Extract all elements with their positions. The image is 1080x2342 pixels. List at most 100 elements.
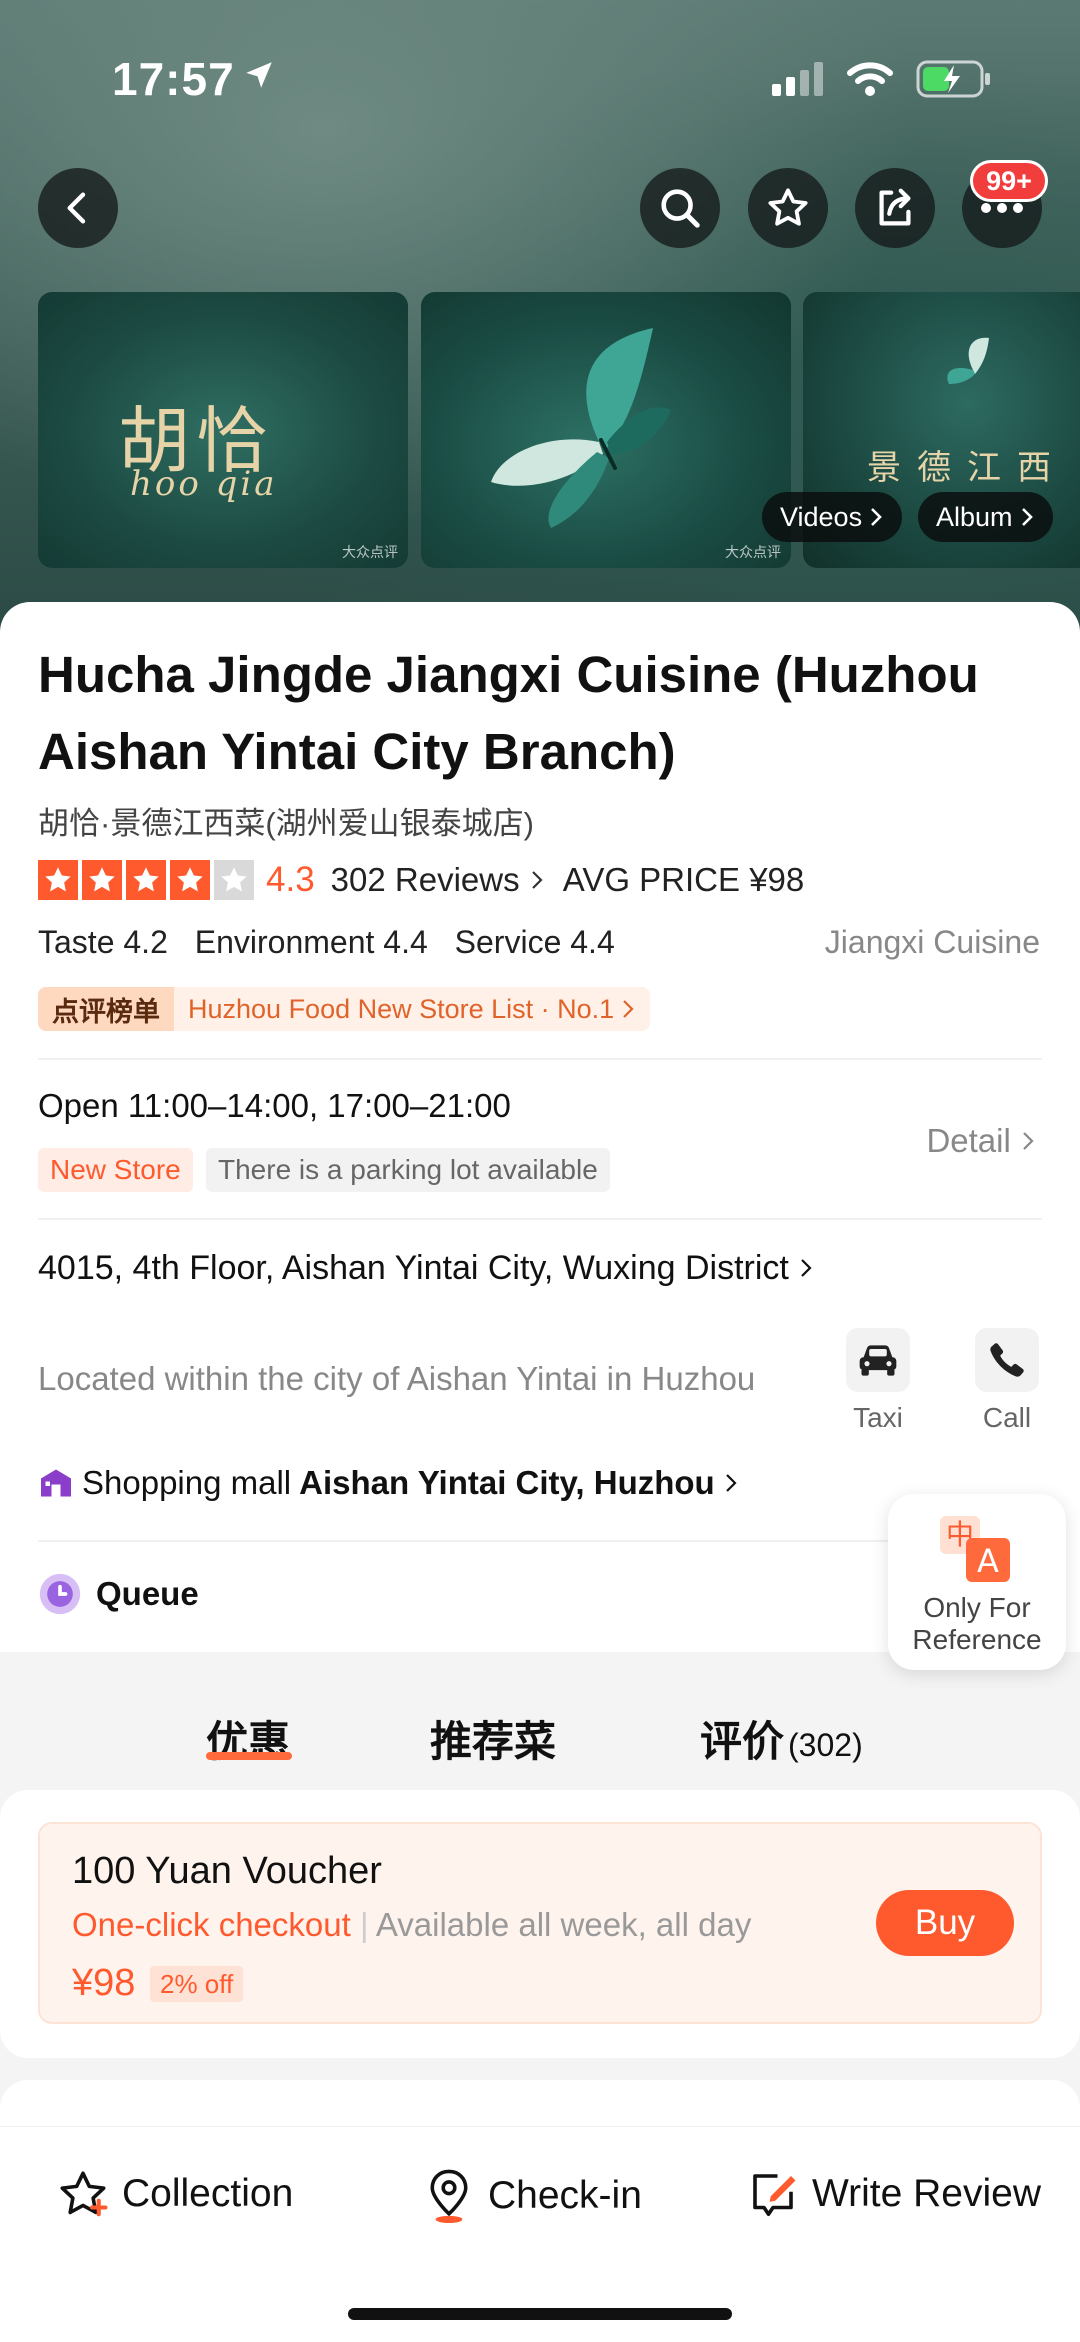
service-score: Service 4.4 [454, 924, 615, 960]
building-icon [41, 1469, 71, 1497]
gallery-photo-logo[interactable]: 胡恰 hoo qia 大众点评 [38, 292, 408, 568]
search-button[interactable] [640, 168, 720, 248]
write-review-label: Write Review [812, 2172, 1041, 2215]
logo-subtext: hoo qia [130, 464, 278, 504]
taste-score: Taste 4.2 [38, 924, 168, 960]
reviews-link[interactable]: 302 Reviews [331, 861, 545, 899]
phone-icon [990, 1343, 1024, 1377]
divider [38, 1058, 1042, 1060]
call-button[interactable] [975, 1328, 1039, 1392]
tab-reviews-label: 评价 [700, 1718, 785, 1765]
voucher-availability: Available all week, all day [375, 1906, 752, 1943]
environment-score: Environment 4.4 [194, 924, 428, 960]
collection-label: Collection [122, 2172, 294, 2215]
reviews-count: 302 Reviews [330, 861, 520, 898]
chevron-right-icon [801, 1259, 812, 1277]
ranking-label: Huzhou Food New Store List · No.1 [188, 993, 615, 1024]
buy-button[interactable]: Buy [876, 1890, 1014, 1956]
location-pin-icon [430, 2169, 468, 2223]
ranking-text: Huzhou Food New Store List · No.1 [174, 987, 651, 1031]
chevron-right-icon [1021, 508, 1033, 526]
cuisine-type: Jiangxi Cuisine [824, 924, 1040, 960]
search-icon [661, 189, 700, 228]
mall-name: Aishan Yintai City, Huzhou [299, 1464, 715, 1501]
ranking-banner[interactable]: 点评榜单 Huzhou Food New Store List · No.1 [38, 987, 651, 1031]
voucher-subtitle: One-click checkout | Available all week,… [72, 1906, 752, 1943]
star-plus-icon [60, 2171, 108, 2217]
chevron-right-icon [623, 1000, 634, 1018]
checkin-button[interactable]: Check-in [422, 2167, 642, 2225]
translate-button[interactable]: 中 A Only For Reference [888, 1494, 1066, 1670]
deals-section: 100 Yuan Voucher One-click checkout | Av… [0, 1790, 1080, 2058]
voucher-price: ¥98 [72, 1962, 136, 2004]
chevron-right-icon [1023, 1132, 1034, 1150]
translate-label: Only For Reference [912, 1592, 1042, 1655]
voucher-discount: 2% off [150, 1966, 244, 2002]
back-arrow-icon [67, 192, 86, 224]
checkin-label: Check-in [488, 2174, 642, 2217]
star-empty-icon [214, 860, 254, 900]
rating-row: 4.3 302 Reviews AVG PRICE ¥98 [38, 857, 804, 903]
restaurant-name: Hucha Jingde Jiangxi Cuisine (Huzhou Ais… [38, 646, 979, 780]
more-dots-icon [981, 203, 1023, 213]
butterfly-image [491, 328, 671, 528]
voucher-checkout: One-click checkout [72, 1906, 351, 1943]
parking-chip: There is a parking lot available [206, 1148, 610, 1192]
taxi-button[interactable] [846, 1328, 910, 1392]
location-description: Located within the city of Aishan Yintai… [38, 1360, 756, 1397]
voucher-card[interactable]: 100 Yuan Voucher One-click checkout | Av… [38, 1822, 1042, 2024]
section-tabs: 优惠 推荐菜 评价 (302) [0, 1700, 1080, 1780]
tab-reviews-count: (302) [788, 1727, 863, 1763]
gallery-photo-butterfly[interactable]: 大众点评 [421, 292, 791, 568]
star-icon [38, 860, 78, 900]
active-tab-indicator [206, 1752, 292, 1760]
watermark: 大众点评 [725, 544, 781, 560]
address-link[interactable]: 4015, 4th Floor, Aishan Yintai City, Wux… [38, 1242, 818, 1294]
star-icon [170, 860, 210, 900]
watermark: 大众点评 [342, 544, 398, 560]
sub-scores: Taste 4.2 Environment 4.4 Service 4.4 [38, 924, 633, 961]
mall-prefix: Shopping mall [82, 1464, 292, 1501]
tab-dishes-label: 推荐菜 [430, 1718, 557, 1765]
videos-label: Videos [780, 501, 863, 532]
chevron-right-icon [531, 871, 543, 889]
album-label: Album [936, 501, 1013, 532]
divider [38, 1218, 1042, 1220]
back-button[interactable] [38, 168, 118, 248]
star-outline-icon [768, 188, 808, 226]
sign-text: 景德江西 [867, 448, 1067, 488]
status-time: 17:57 [112, 53, 235, 105]
star-rating [38, 860, 254, 900]
album-button[interactable]: Album [918, 492, 1053, 542]
notification-badge: 99+ [970, 160, 1048, 202]
videos-button[interactable]: Videos [762, 492, 903, 542]
wifi-icon [847, 62, 893, 96]
share-icon [879, 188, 911, 226]
favorite-button[interactable] [748, 168, 828, 248]
edit-review-icon [753, 2174, 796, 2217]
address-text: 4015, 4th Floor, Aishan Yintai City, Wux… [38, 1249, 789, 1287]
tab-reviews[interactable]: 评价 (302) [700, 1708, 863, 1769]
shopping-mall-link[interactable]: Shopping mall Aishan Yintai City, Huzhou [38, 1464, 739, 1502]
clock-icon [39, 1573, 81, 1615]
taxi-label: Taxi [853, 1402, 903, 1433]
collection-button[interactable]: Collection [56, 2167, 293, 2221]
call-label: Call [982, 1402, 1032, 1433]
detail-label: Detail [926, 1122, 1011, 1159]
rating-score: 4.3 [266, 860, 315, 899]
translate-icon-en: A [977, 1542, 999, 1580]
signal-icon [772, 62, 823, 96]
car-icon [859, 1345, 897, 1376]
write-review-button[interactable]: Write Review [746, 2167, 1041, 2221]
hero-header: 17:57 99+ 胡恰 hoo qia 大众点评 大众点评 景德江西 Vide… [0, 0, 1080, 640]
restaurant-name-chinese: 胡恰·景德江西菜(湖州爱山银泰城店) [38, 806, 534, 841]
ranking-tag: 点评榜单 [38, 987, 174, 1031]
queue-button[interactable]: Queue [38, 1572, 199, 1616]
location-arrow-icon [246, 62, 272, 88]
battery-icon [916, 60, 990, 98]
new-store-chip: New Store [38, 1148, 193, 1192]
tab-recommended-dishes[interactable]: 推荐菜 [430, 1708, 556, 1769]
queue-label: Queue [96, 1575, 199, 1612]
share-button[interactable] [855, 168, 935, 248]
detail-link[interactable]: Detail [926, 1122, 1036, 1160]
